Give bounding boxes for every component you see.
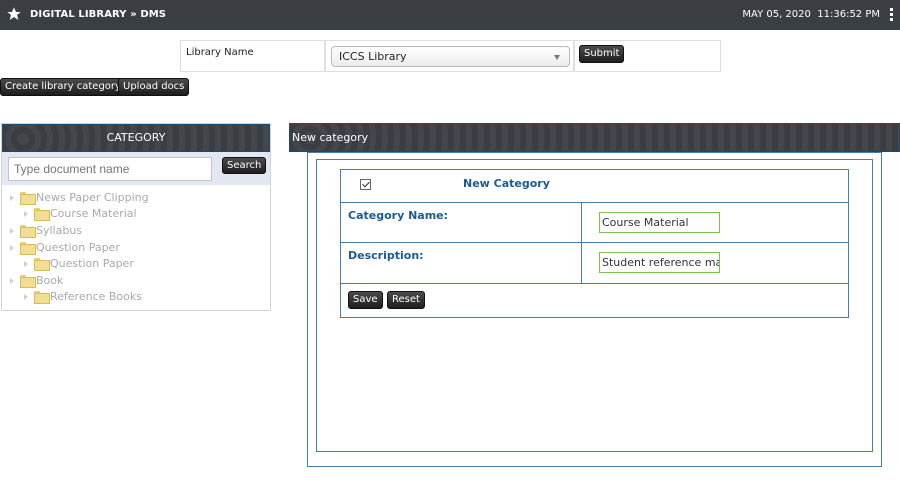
datetime-display: MAY 05, 2020 11:36:52 PM (742, 9, 880, 20)
tree-item[interactable]: Reference Books (24, 289, 142, 304)
upload-docs-button[interactable]: Upload docs (118, 78, 190, 96)
category-panel: CATEGORY Search News Paper Clipping Cour… (1, 123, 271, 311)
expand-arrow-icon[interactable] (10, 194, 14, 201)
category-name-label: Category Name: (348, 209, 449, 222)
tree-item-label: News Paper Clipping (36, 191, 149, 204)
tree-item-label: Syllabus (36, 224, 83, 237)
tree-item[interactable]: Syllabus (10, 223, 82, 238)
library-select-value: ICCS Library (339, 50, 407, 63)
description-label: Description: (348, 249, 424, 262)
folder-icon (20, 192, 36, 205)
library-submit-button[interactable]: Submit (579, 45, 625, 63)
form-title: New Category (463, 177, 550, 190)
expand-arrow-icon[interactable] (24, 210, 28, 217)
column-divider (581, 243, 582, 283)
tree-item[interactable]: Course Material (24, 206, 137, 221)
tree-item[interactable]: Question Paper (10, 240, 120, 255)
reset-button[interactable]: Reset (387, 291, 425, 309)
create-library-category-button[interactable]: Create library category (0, 78, 126, 96)
folder-icon (20, 275, 36, 288)
date-text: MAY 05, 2020 (742, 9, 811, 20)
expand-arrow-icon[interactable] (24, 293, 28, 300)
tree-item[interactable]: News Paper Clipping (10, 190, 149, 205)
chevron-down-icon (554, 55, 560, 60)
form-checkbox[interactable] (360, 179, 371, 190)
description-input[interactable]: Student reference ma (599, 252, 720, 273)
new-category-panel-header: New category (289, 123, 900, 152)
tree-item-label: Question Paper (36, 241, 120, 254)
library-select[interactable]: ICCS Library (331, 46, 570, 67)
search-button[interactable]: Search (222, 157, 267, 174)
folder-icon (34, 291, 50, 304)
category-name-row: Category Name: Course Material (341, 203, 848, 243)
category-panel-header: CATEGORY (2, 124, 270, 152)
new-category-form: New Category Category Name: Course Mater… (340, 169, 849, 318)
top-bar: DIGITAL LIBRARY » DMS MAY 05, 2020 11:36… (0, 0, 900, 30)
folder-icon (20, 242, 36, 255)
column-divider (581, 203, 582, 242)
category-name-input[interactable]: Course Material (599, 212, 720, 233)
app-title: DIGITAL LIBRARY » DMS (30, 9, 167, 20)
tree-item-label: Reference Books (50, 290, 142, 303)
description-row: Description: Student reference ma (341, 243, 848, 284)
form-header-row: New Category (341, 170, 848, 203)
expand-arrow-icon[interactable] (24, 260, 28, 267)
document-search-input[interactable] (8, 157, 212, 181)
expand-arrow-icon[interactable] (10, 227, 14, 234)
tree-item-label: Course Material (50, 207, 137, 220)
library-select-cell: ICCS Library (325, 40, 574, 72)
tree-item-label: Question Paper (50, 257, 134, 270)
category-search-row: Search (2, 152, 270, 185)
folder-icon (34, 208, 50, 221)
tree-item[interactable]: Question Paper (24, 256, 134, 271)
save-button[interactable]: Save (348, 291, 383, 309)
library-submit-cell: Submit (574, 40, 721, 72)
folder-icon (34, 258, 50, 271)
library-name-label: Library Name (180, 40, 325, 72)
tree-item[interactable]: Book (10, 273, 63, 288)
time-text: 11:36:52 PM (817, 9, 880, 20)
tree-item-label: Book (36, 274, 64, 287)
kebab-menu-icon[interactable] (890, 8, 894, 22)
expand-arrow-icon[interactable] (10, 277, 14, 284)
folder-icon (20, 225, 36, 238)
star-icon (7, 7, 21, 20)
expand-arrow-icon[interactable] (10, 244, 14, 251)
